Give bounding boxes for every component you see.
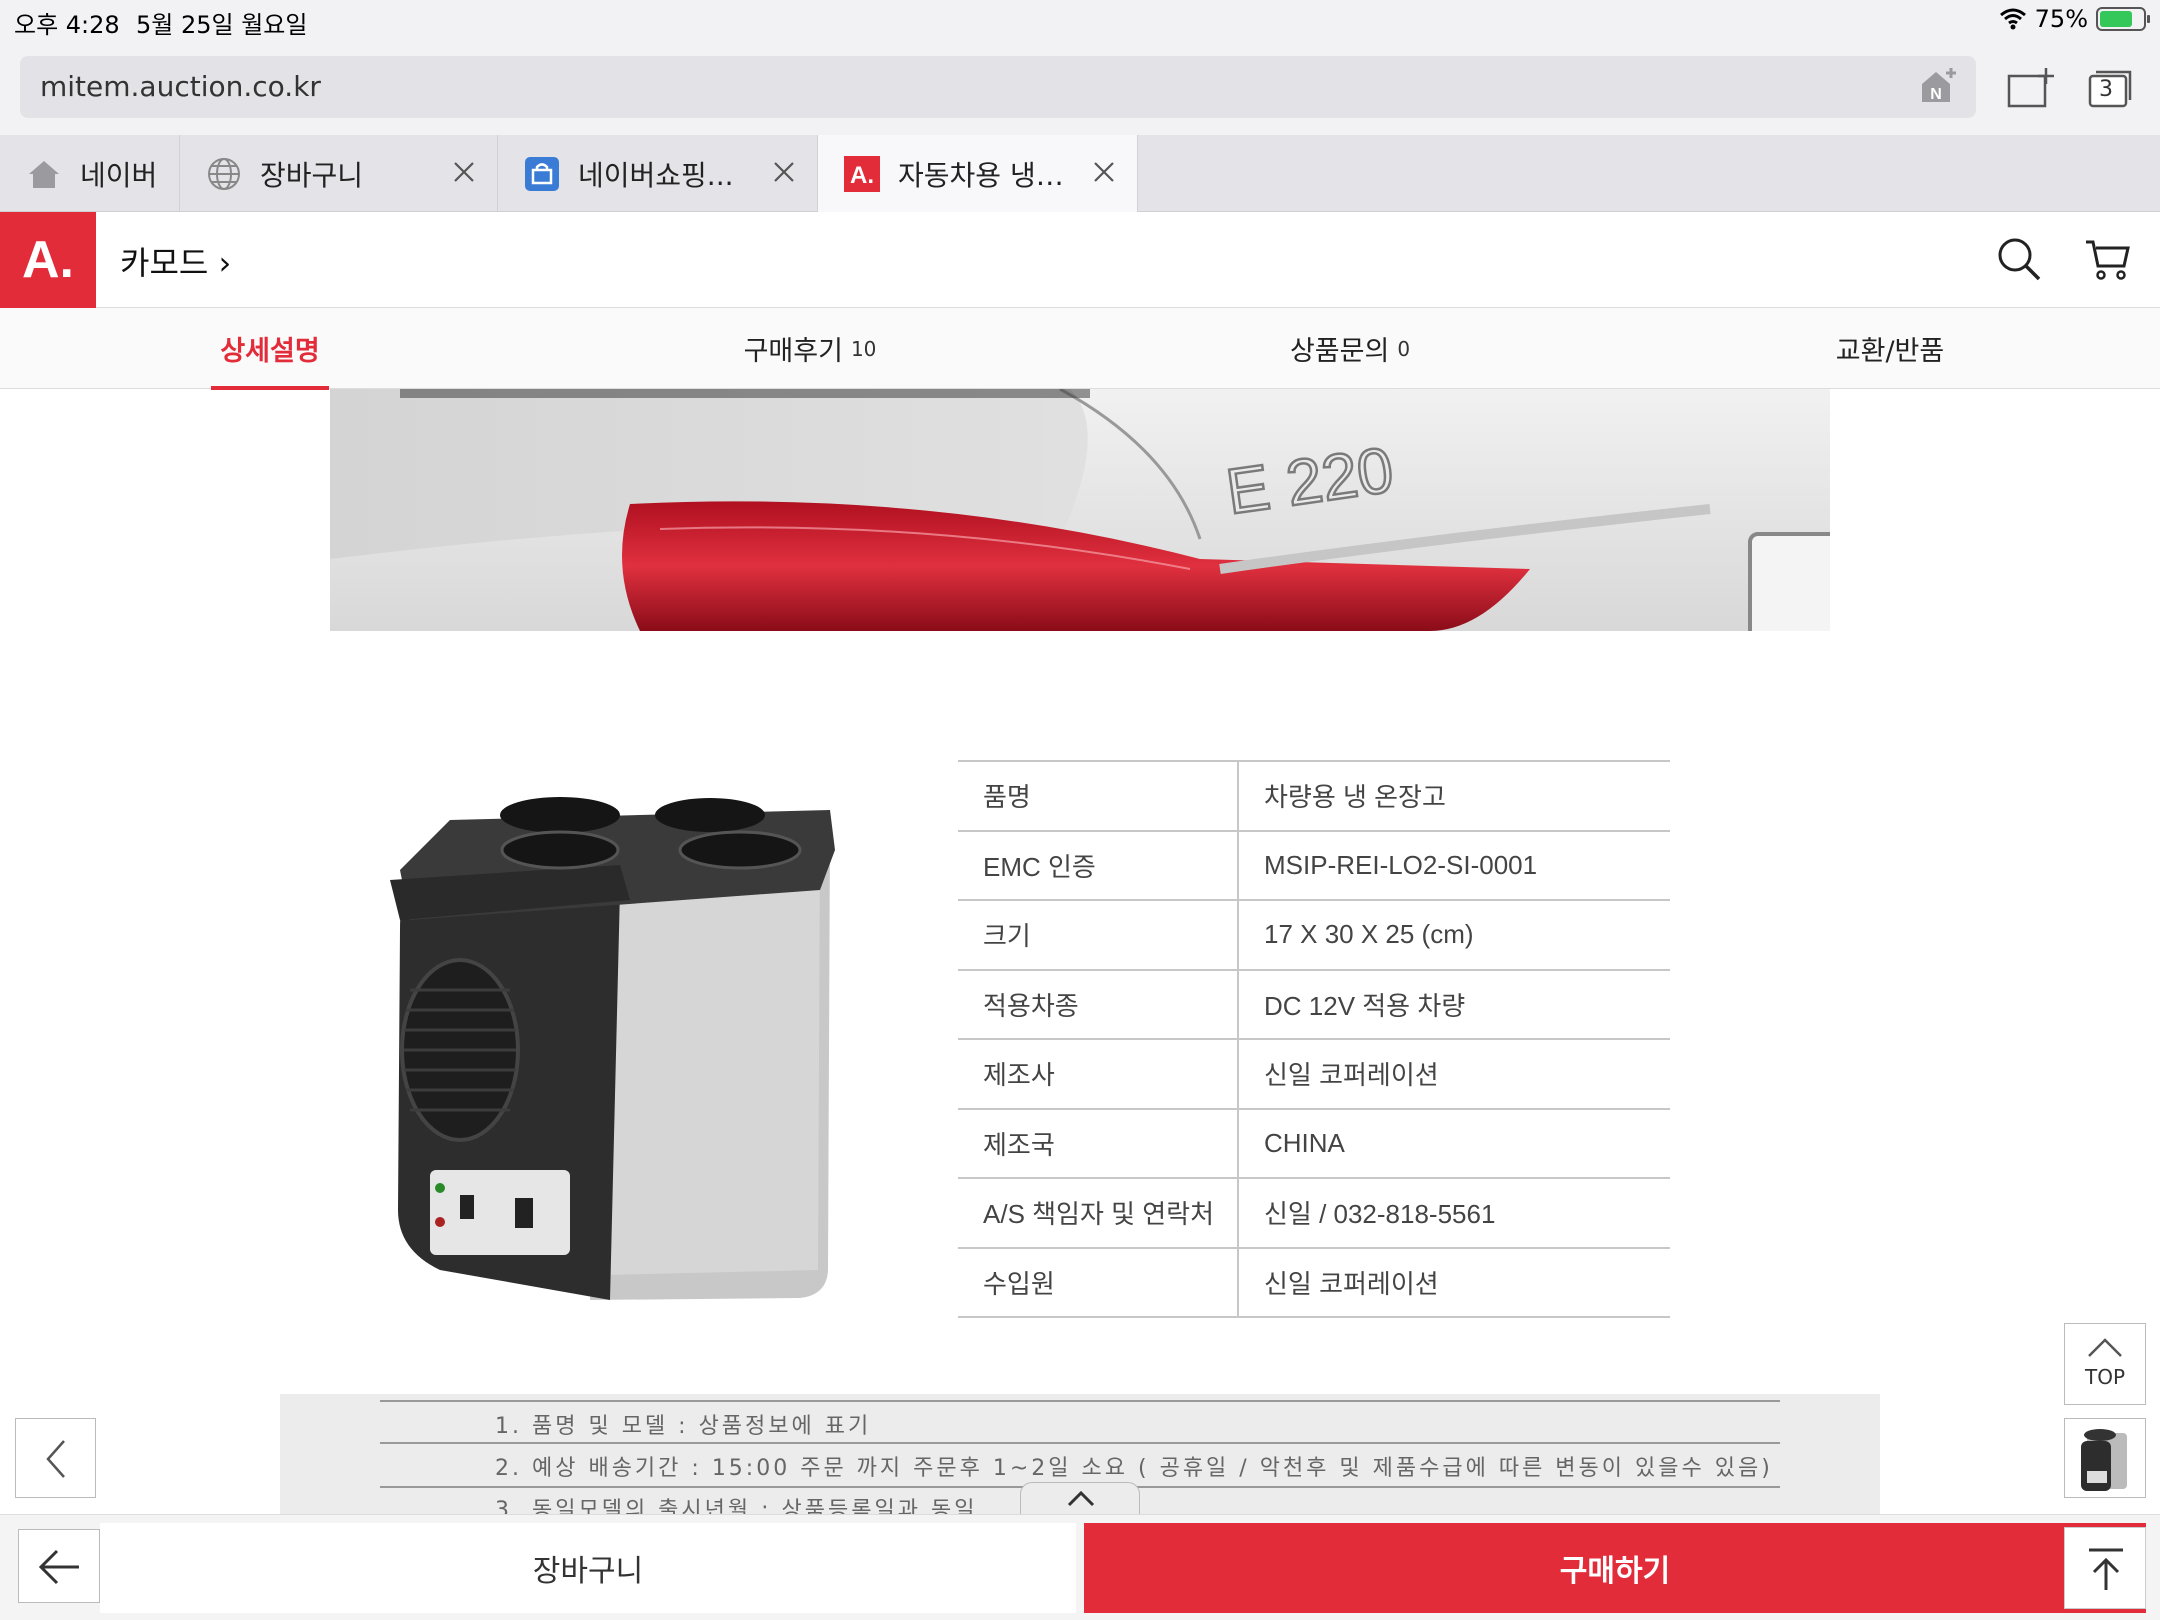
tab-count: 3 — [2099, 77, 2113, 102]
spec-table: 품명 차량용 냉 온장고 EMC 인증 MSIP-REI-LO2-SI-0001 크… — [958, 760, 1670, 1318]
arrow-left-icon — [38, 1549, 79, 1585]
spec-key: 수입원 — [958, 1247, 1239, 1317]
svg-text:A.: A. — [850, 162, 874, 189]
breadcrumb[interactable]: 카모드 › — [120, 238, 231, 284]
shopping-icon — [524, 156, 560, 192]
back-button[interactable] — [18, 1529, 100, 1603]
table-row: 제조국 CHINA — [958, 1108, 1670, 1178]
tab-count-button[interactable]: 3 — [2086, 68, 2134, 110]
battery-percent: 75% — [2034, 5, 2088, 33]
auction-logo[interactable]: A. — [0, 212, 96, 308]
svg-text:N: N — [1930, 86, 1942, 103]
tab-naver-shopping[interactable]: 네이버쇼핑... — [498, 135, 818, 212]
tab-reviews[interactable]: 구매후기 10 — [540, 308, 1080, 389]
home-icon — [26, 156, 62, 192]
spec-key: A/S 책임자 및 연락처 — [958, 1178, 1239, 1248]
table-row: 품명 차량용 냉 온장고 — [958, 761, 1670, 831]
spec-key: 적용차종 — [958, 969, 1239, 1039]
spec-value: 신일 코퍼레이션 — [1264, 1268, 1439, 1299]
tab-label: 장바구니 — [260, 158, 364, 192]
close-icon[interactable] — [1091, 159, 1117, 185]
inquiry-count: 0 — [1397, 336, 1411, 361]
spec-value: DC 12V 적용 차량 — [1264, 990, 1466, 1021]
arrow-up-icon — [2089, 1548, 2123, 1590]
review-count: 10 — [850, 336, 877, 361]
divider — [380, 1400, 1780, 1402]
tab-label: 자동차용 냉… — [898, 158, 1064, 192]
status-date: 5월 25일 월요일 — [136, 11, 308, 39]
bottom-action-bar: 장바구니 구매하기 — [0, 1514, 2160, 1620]
address-bar[interactable]: mitem.auction.co.kr N — [20, 56, 1976, 118]
tab-inquiries[interactable]: 상품문의 0 — [1080, 308, 1620, 389]
chevron-left-icon — [46, 1440, 65, 1478]
spec-key: EMC 인증 — [958, 830, 1239, 900]
tab-strip: 네이버 장바구니 네이버쇼핑... A. 자동차용 냉… — [0, 135, 2160, 212]
site-header: A. 카모드 › — [0, 212, 2160, 308]
product-image — [390, 797, 835, 1300]
auction-logo-icon: A. — [844, 155, 880, 192]
expand-toggle[interactable] — [1020, 1482, 1140, 1514]
chevron-up-icon — [1067, 1490, 1095, 1507]
table-row: A/S 책임자 및 연락처 신일 / 032-818-5561 — [958, 1178, 1670, 1248]
chevron-up-icon — [2088, 1338, 2122, 1357]
scroll-to-top-button[interactable] — [2064, 1527, 2146, 1609]
recent-item-thumbnail[interactable] — [2064, 1418, 2146, 1498]
status-time: 오후 4:28 — [14, 11, 120, 39]
tab-cart[interactable]: 장바구니 — [180, 135, 498, 212]
browser-toolbar: mitem.auction.co.kr N 3 — [0, 40, 2160, 135]
tab-returns[interactable]: 교환/반품 — [1620, 308, 2160, 389]
table-row: 적용차종 DC 12V 적용 차량 — [958, 969, 1670, 1039]
active-tab-indicator — [211, 386, 329, 390]
spec-key: 제조사 — [958, 1039, 1239, 1109]
new-tab-icon[interactable] — [2006, 66, 2054, 110]
tab-naver[interactable]: 네이버 — [0, 135, 180, 212]
tab-description[interactable]: 상세설명 — [0, 308, 540, 390]
tab-inquiries-label: 상품문의 — [1289, 336, 1390, 367]
close-icon[interactable] — [451, 159, 477, 185]
tab-label: 네이버쇼핑... — [578, 158, 734, 192]
divider — [380, 1442, 1780, 1444]
cooler-thumbnail-icon — [2081, 1429, 2127, 1491]
top-label: TOP — [2084, 1365, 2126, 1389]
table-row: 제조사 신일 코퍼레이션 — [958, 1039, 1670, 1109]
globe-icon — [206, 156, 242, 192]
scroll-top-side-button[interactable]: TOP — [2064, 1323, 2146, 1405]
shipping-notice: 1. 품명 및 모델 : 상품정보에 표기 2. 예상 배송기간 : 15:00… — [280, 1394, 1880, 1514]
spec-value: 17 X 30 X 25 (cm) — [1264, 919, 1474, 950]
wifi-icon — [1999, 8, 2026, 30]
add-to-cart-button[interactable]: 장바구니 — [100, 1523, 1076, 1613]
spec-value: 차량용 냉 온장고 — [1264, 782, 1446, 813]
spec-key: 크기 — [958, 900, 1239, 970]
tab-reviews-label: 구매후기 — [743, 336, 843, 367]
naver-home-add-icon[interactable]: N — [1918, 66, 1958, 106]
spec-value: CHINA — [1264, 1127, 1345, 1158]
url-text[interactable]: mitem.auction.co.kr — [40, 70, 321, 103]
tab-description-label: 상세설명 — [220, 336, 320, 367]
close-icon[interactable] — [771, 159, 797, 185]
notice-line: 2. 예상 배송기간 : 15:00 주문 까지 주문후 1~2일 소요 ( 공… — [495, 1456, 1773, 1481]
spec-key: 제조국 — [958, 1108, 1239, 1178]
spec-key: 품명 — [958, 761, 1239, 831]
prev-button[interactable] — [15, 1418, 96, 1498]
spec-value: MSIP-REI-LO2-SI-0001 — [1264, 849, 1538, 880]
search-icon[interactable] — [1996, 236, 2042, 282]
table-row: 크기 17 X 30 X 25 (cm) — [958, 900, 1670, 970]
notice-line: 3. 동일모델의 출시년월 : 상품등록일과 동일 — [495, 1498, 978, 1514]
table-row: 수입원 신일 코퍼레이션 — [958, 1247, 1670, 1317]
tab-product[interactable]: A. 자동차용 냉… — [818, 135, 1138, 212]
table-row: EMC 인증 MSIP-REI-LO2-SI-0001 — [958, 830, 1670, 900]
spec-value: 신일 코퍼레이션 — [1264, 1060, 1439, 1091]
car-banner-image: E 220 — [330, 389, 1830, 631]
notice-line: 1. 품명 및 모델 : 상품정보에 표기 — [495, 1414, 872, 1439]
buy-now-button[interactable]: 구매하기 — [1084, 1523, 2146, 1613]
battery-icon — [2096, 7, 2150, 31]
tab-label: 네이버 — [80, 158, 158, 192]
cart-icon[interactable] — [2084, 236, 2132, 282]
status-bar: 오후 4:28 5월 25일 월요일 75% — [0, 0, 2160, 40]
tab-returns-label: 교환/반품 — [1835, 336, 1945, 367]
spec-value: 신일 / 032-818-5561 — [1264, 1199, 1496, 1230]
status-right: 75% — [1999, 5, 2150, 33]
detail-tabs: 상세설명 구매후기 10 상품문의 0 교환/반품 — [0, 308, 2160, 390]
